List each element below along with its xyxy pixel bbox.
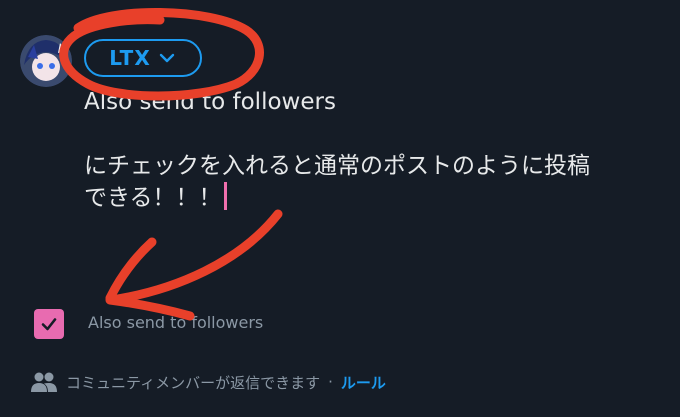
post-text-line-2 bbox=[84, 118, 664, 150]
reply-permission-text: コミュニティメンバーが返信できます bbox=[66, 373, 321, 392]
audience-label: LTX bbox=[109, 46, 151, 70]
avatar[interactable] bbox=[20, 35, 72, 87]
post-text-line-4-text: できる！！！ bbox=[84, 185, 222, 211]
also-send-label[interactable]: Also send to followers bbox=[88, 313, 263, 332]
people-icon bbox=[31, 372, 57, 392]
post-text-line-4: できる！！！ bbox=[84, 182, 664, 214]
text-caret bbox=[223, 182, 227, 210]
reply-permission-row: コミュニティメンバーが返信できます · ルール bbox=[30, 370, 386, 394]
avatar-image bbox=[20, 35, 72, 87]
annotation-arrow-head-upper bbox=[105, 237, 157, 303]
rules-link[interactable]: ルール bbox=[341, 372, 386, 393]
footer-separator: · bbox=[328, 373, 333, 391]
post-text-line-1: Also send to followers bbox=[84, 89, 336, 115]
audience-dropdown-button[interactable]: LTX bbox=[84, 39, 202, 77]
post-text-area[interactable]: Also send to followers にチェックを入れると通常のポストの… bbox=[84, 86, 664, 214]
also-send-checkbox[interactable] bbox=[34, 309, 64, 339]
post-text-line-3: にチェックを入れると通常のポストのように投稿 bbox=[84, 153, 590, 179]
annotation-arrow-shaft bbox=[107, 209, 283, 305]
checkmark-icon bbox=[41, 318, 57, 331]
chevron-down-icon bbox=[157, 48, 177, 68]
